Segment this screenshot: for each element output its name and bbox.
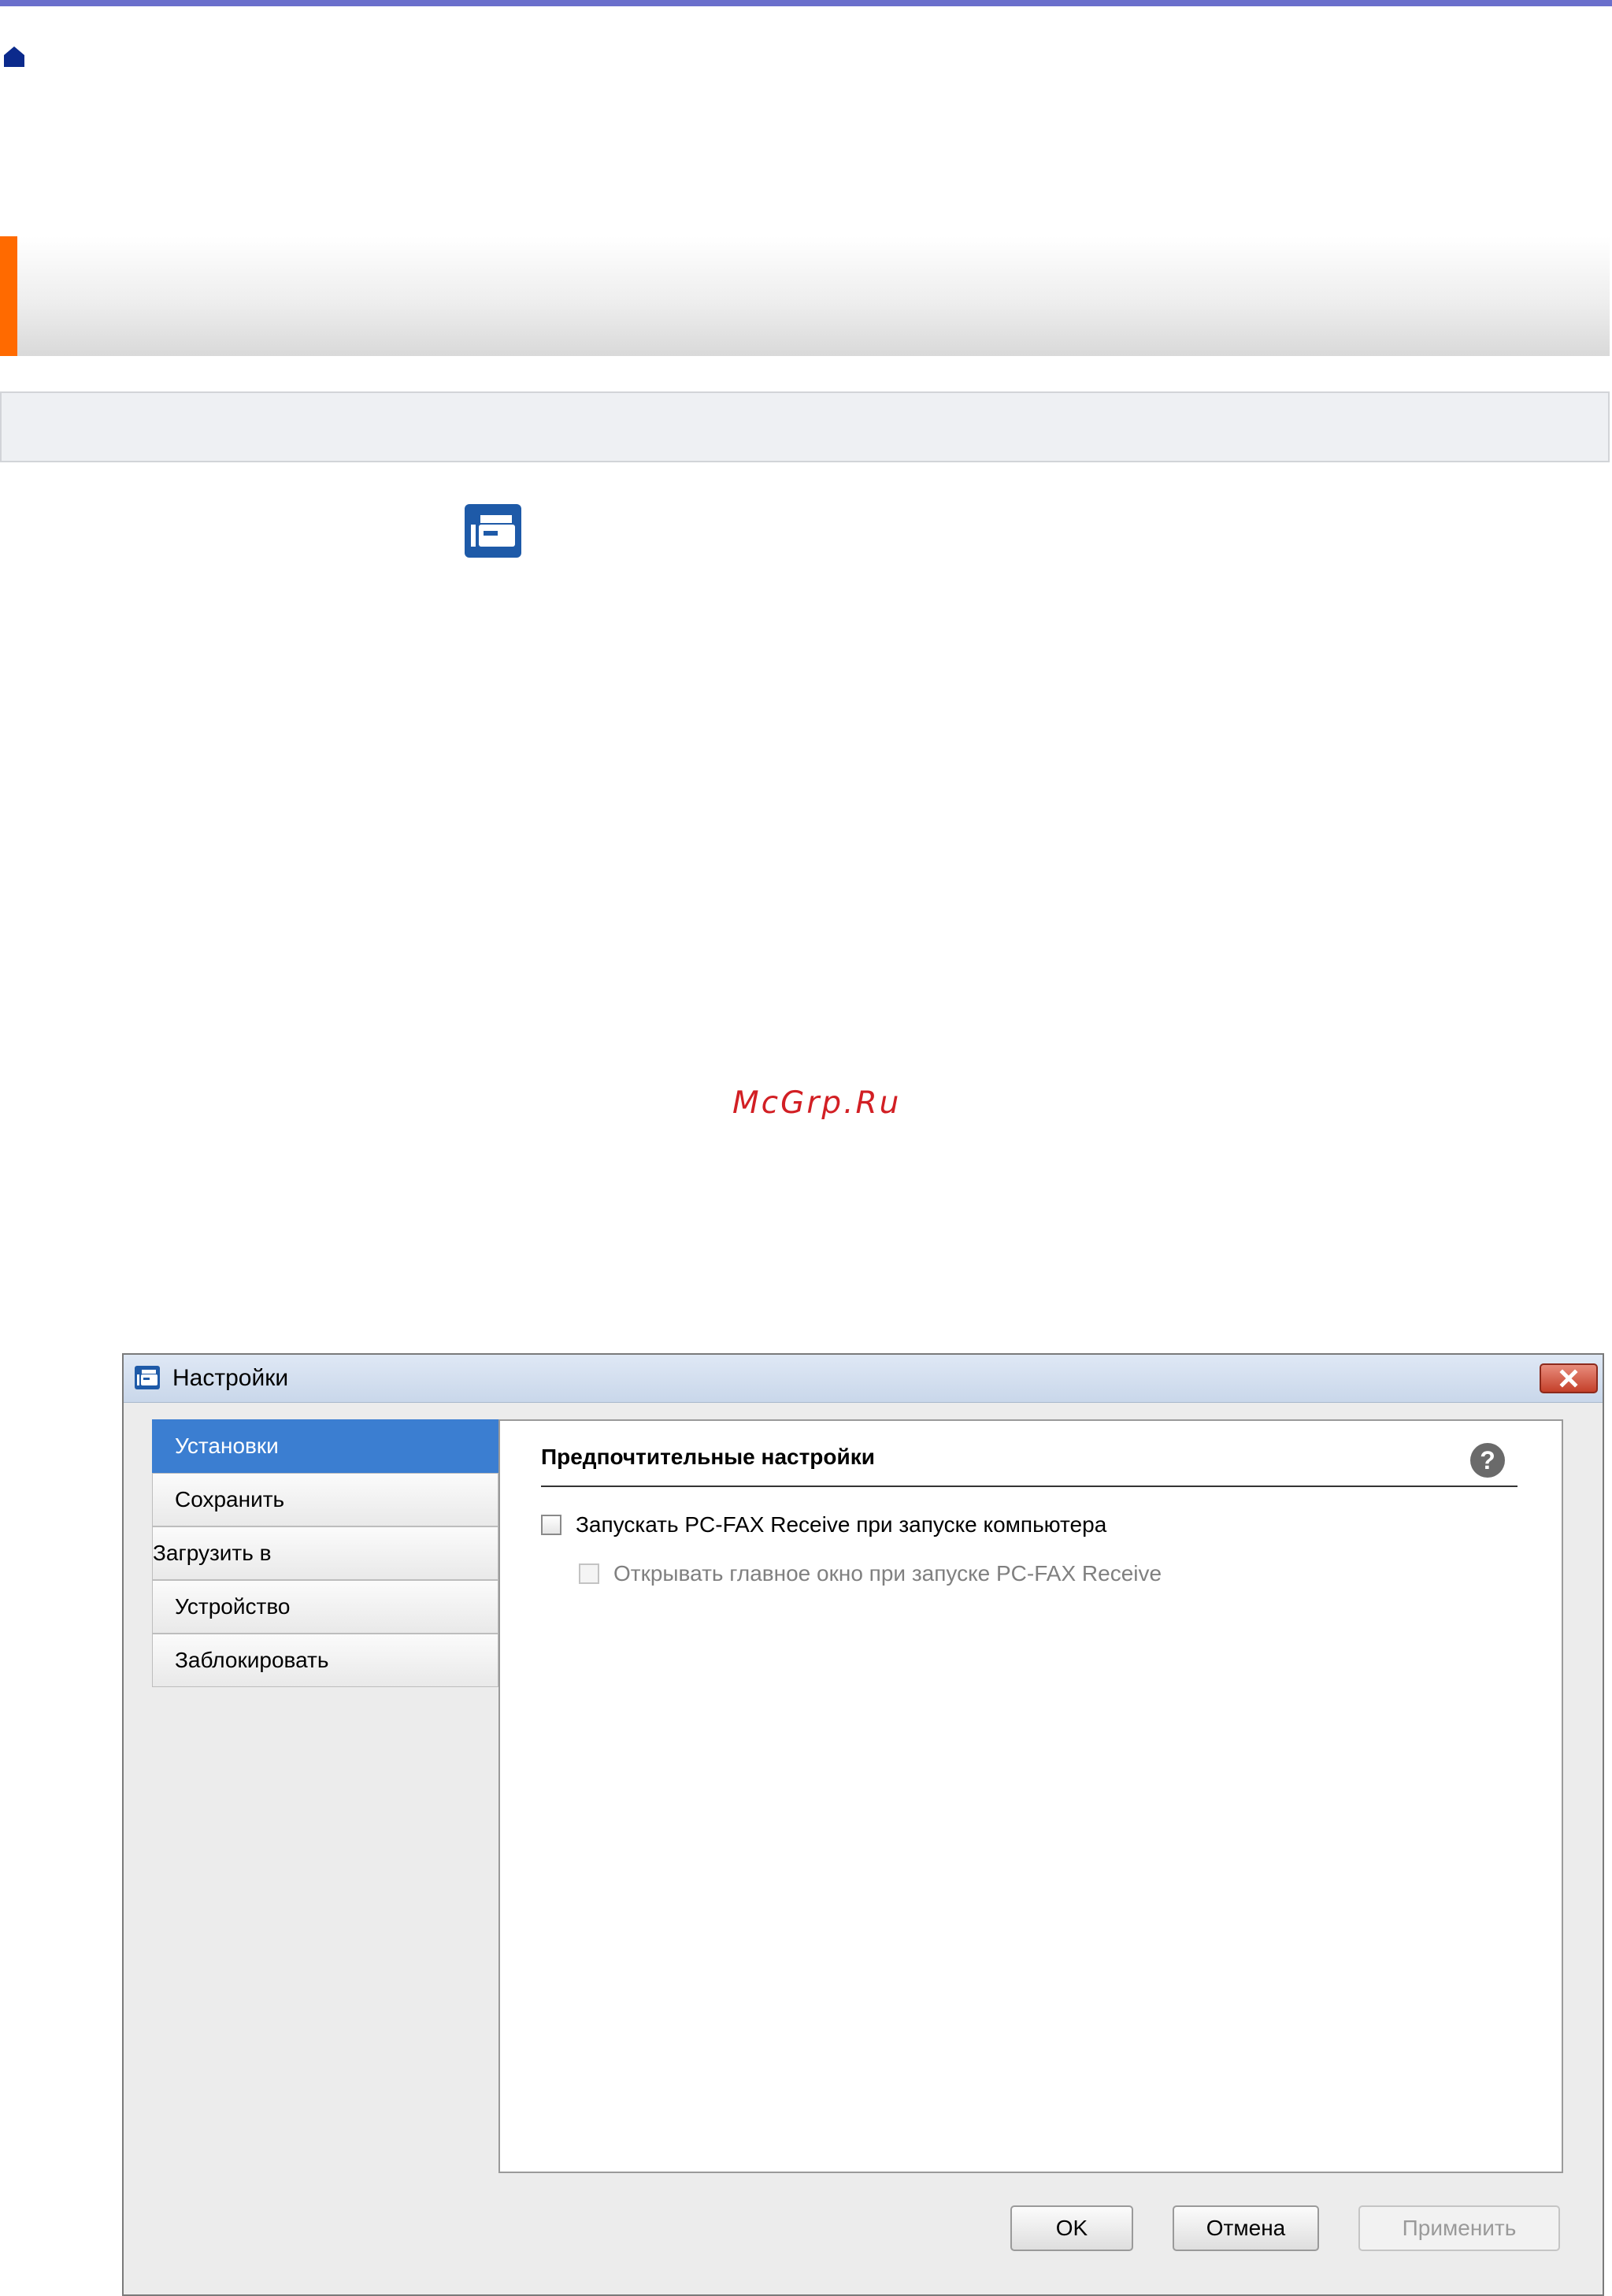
open-main-window-checkbox [579, 1563, 599, 1584]
ok-button[interactable]: OK [1010, 2205, 1133, 2251]
open-main-window-label: Открывать главное окно при запуске PC-FA… [613, 1561, 1162, 1586]
close-button[interactable] [1540, 1363, 1598, 1393]
sidebar-item-label: Заблокировать [175, 1648, 329, 1672]
sidebar-item-label: Загрузить в [153, 1541, 272, 1565]
settings-content-panel: Предпочтительные настройки ? Запускать P… [498, 1419, 1563, 2173]
section-title: Предпочтительные настройки [541, 1445, 875, 1469]
close-icon [1559, 1369, 1578, 1388]
top-accent-bar [0, 0, 1612, 6]
launch-on-startup-checkbox[interactable] [541, 1515, 561, 1535]
open-main-window-option: Открывать главное окно при запуске PC-FA… [579, 1561, 1162, 1586]
section-divider [541, 1486, 1518, 1487]
section-title-band [0, 236, 1610, 356]
launch-on-startup-option[interactable]: Запускать PC-FAX Receive при запуске ком… [541, 1512, 1106, 1537]
settings-dialog: Настройки Установки Сохранить Загрузить … [122, 1353, 1604, 2296]
cancel-button[interactable]: Отмена [1173, 2205, 1319, 2251]
sidebar-item-label: Установки [175, 1434, 279, 1458]
sidebar-item-label: Сохранить [175, 1487, 285, 1512]
apply-button: Применить [1358, 2205, 1560, 2251]
settings-sidebar: Установки Сохранить Загрузить в Устройст… [152, 1419, 498, 1687]
sidebar-item-ustroistvo[interactable]: Устройство [152, 1580, 498, 1634]
question-icon[interactable]: ? [1470, 1443, 1505, 1478]
pc-fax-receive-app-icon [135, 1366, 160, 1389]
home-icon[interactable] [2, 44, 27, 69]
note-box [0, 391, 1610, 462]
sidebar-item-zablokirovat[interactable]: Заблокировать [152, 1634, 498, 1687]
sidebar-item-label: Устройство [175, 1594, 291, 1619]
dialog-title: Настройки [172, 1365, 289, 1391]
sidebar-item-ustanovki[interactable]: Установки [152, 1419, 498, 1473]
dialog-titlebar[interactable]: Настройки [124, 1355, 1603, 1403]
section-title-accent [0, 236, 17, 356]
watermark-text: McGrp.Ru [732, 1085, 902, 1121]
launch-on-startup-label: Запускать PC-FAX Receive при запуске ком… [576, 1512, 1107, 1537]
pc-fax-receive-app-icon [465, 504, 521, 558]
sidebar-item-zagruzit-v[interactable]: Загрузить в [152, 1526, 498, 1580]
sidebar-item-sokhranit[interactable]: Сохранить [152, 1473, 498, 1526]
